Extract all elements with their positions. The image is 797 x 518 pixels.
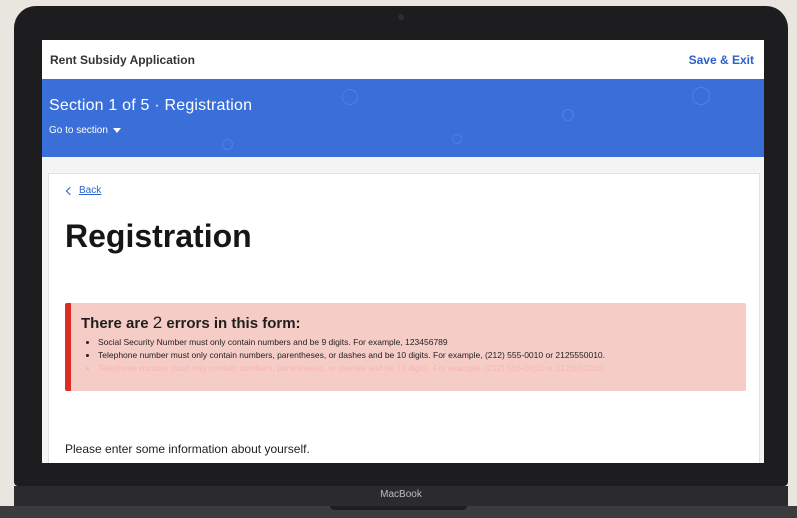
decorative-circle [342, 89, 358, 105]
top-bar: Rent Subsidy Application Save & Exit [42, 40, 764, 79]
error-heading: There are 2 errors in this form: [81, 313, 746, 333]
screen: Rent Subsidy Application Save & Exit Sec… [42, 40, 764, 463]
form-content: Back Registration There are 2 errors in … [48, 173, 760, 463]
decorative-circle [562, 109, 574, 121]
error-heading-prefix: There are [81, 315, 153, 332]
decorative-circle [452, 134, 462, 144]
error-summary: There are 2 errors in this form: Social … [65, 303, 746, 391]
save-exit-link[interactable]: Save & Exit [689, 53, 754, 67]
device-brand-label: MacBook [380, 489, 422, 500]
error-heading-suffix: errors in this form: [162, 315, 301, 332]
error-count: 2 [152, 313, 163, 332]
go-to-section-dropdown[interactable]: Go to section [49, 125, 121, 136]
laptop-notch [330, 506, 467, 510]
laptop-base: MacBook [14, 486, 788, 506]
go-to-section-label: Go to section [49, 125, 108, 136]
chevron-left-icon [65, 186, 75, 195]
page-title: Registration [65, 218, 252, 254]
error-list: Social Security Number must only contain… [81, 337, 746, 373]
caret-down-icon [112, 128, 121, 133]
camera-icon [398, 14, 404, 20]
section-title: Section 1 of 5 · Registration [49, 97, 253, 114]
app-title: Rent Subsidy Application [50, 52, 195, 67]
back-label: Back [79, 185, 102, 196]
error-item[interactable]: Telephone number must only contain numbe… [98, 350, 746, 360]
section-banner: Section 1 of 5 · Registration Go to sect… [42, 79, 764, 157]
back-link[interactable]: Back [65, 185, 102, 196]
intro-text: Please enter some information about your… [65, 442, 310, 456]
decorative-circle [692, 87, 710, 105]
error-item[interactable]: Telephone number must only contain numbe… [98, 363, 746, 373]
decorative-circle [222, 139, 233, 150]
error-item[interactable]: Social Security Number must only contain… [98, 337, 746, 347]
